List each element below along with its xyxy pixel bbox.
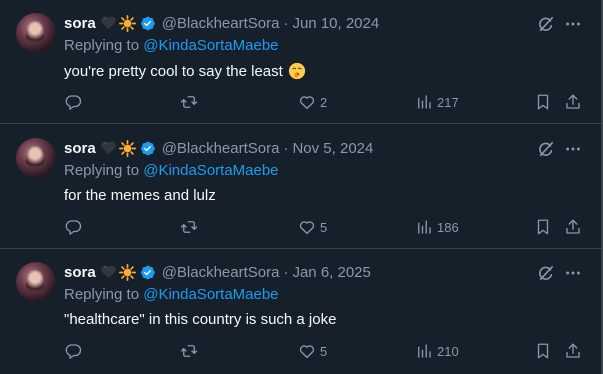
- verified-badge-icon[interactable]: [139, 15, 156, 32]
- retweet-button[interactable]: [180, 215, 202, 239]
- like-count: 5: [320, 343, 328, 359]
- reply-icon: [64, 342, 82, 360]
- tweet-text: for the memes and lulz: [64, 187, 216, 204]
- share-button[interactable]: [564, 90, 582, 114]
- tweet-text-content: "healthcare" in this country is such a j…: [64, 311, 337, 328]
- reply-icon: [64, 218, 82, 236]
- replying-to-label: Replying to: [64, 162, 144, 179]
- reply-to-handle-link[interactable]: @KindaSortaMaebe: [143, 37, 278, 54]
- tweet-text-content: you're pretty cool to say the least: [64, 62, 283, 80]
- more-icon[interactable]: [564, 264, 582, 282]
- reply-button[interactable]: [64, 339, 86, 363]
- tweet[interactable]: sora @BlackheartSora · Jun 10, 2024 Repl…: [0, 0, 603, 124]
- bookmark-icon: [534, 342, 552, 360]
- bookmark-button[interactable]: [534, 215, 552, 239]
- retweet-button[interactable]: [180, 90, 202, 114]
- views-button[interactable]: 217: [415, 90, 459, 114]
- like-count: 2: [320, 94, 328, 110]
- views-count: 217: [437, 94, 459, 110]
- user-handle[interactable]: @BlackheartSora: [162, 15, 280, 32]
- more-icon[interactable]: [564, 15, 582, 33]
- like-icon: [298, 218, 316, 236]
- grok-icon[interactable]: [537, 264, 555, 282]
- tweet-text: you're pretty cool to say the least: [64, 62, 306, 80]
- replying-to-label: Replying to: [64, 37, 144, 54]
- grok-icon[interactable]: [537, 140, 555, 158]
- retweet-icon: [180, 93, 198, 111]
- share-icon: [564, 218, 582, 236]
- verified-badge-icon[interactable]: [139, 140, 156, 157]
- views-icon: [415, 93, 433, 111]
- tweet[interactable]: sora @BlackheartSora · Nov 5, 2024 Reply…: [0, 125, 603, 249]
- user-handle[interactable]: @BlackheartSora: [162, 264, 280, 281]
- black-heart-emoji: [100, 141, 116, 155]
- sun-emoji: [118, 263, 136, 281]
- reply-button[interactable]: [64, 90, 86, 114]
- retweet-icon: [180, 342, 198, 360]
- tweet-actions: 5 210: [0, 339, 603, 363]
- views-count: 186: [437, 219, 459, 235]
- sun-emoji: [118, 14, 136, 32]
- replying-to: Replying to @KindaSortaMaebe: [64, 286, 279, 303]
- display-name[interactable]: sora: [64, 15, 96, 32]
- share-button[interactable]: [564, 339, 582, 363]
- bookmark-button[interactable]: [534, 90, 552, 114]
- separator-dot: ·: [283, 14, 289, 32]
- views-button[interactable]: 210: [415, 339, 459, 363]
- separator-dot: ·: [283, 263, 289, 281]
- separator-dot: ·: [283, 139, 289, 157]
- black-heart-emoji: [100, 16, 116, 30]
- verified-badge-icon[interactable]: [139, 264, 156, 281]
- views-count: 210: [437, 343, 459, 359]
- grok-icon[interactable]: [537, 15, 555, 33]
- display-name[interactable]: sora: [64, 264, 96, 281]
- tweet-text: "healthcare" in this country is such a j…: [64, 311, 336, 328]
- reply-icon: [64, 93, 82, 111]
- views-icon: [415, 342, 433, 360]
- share-icon: [564, 342, 582, 360]
- share-button[interactable]: [564, 215, 582, 239]
- tweet-date[interactable]: Jan 6, 2025: [292, 264, 370, 281]
- sun-emoji: [118, 139, 136, 157]
- tweet-header: sora @BlackheartSora · Jan 6, 2025: [64, 263, 371, 281]
- like-icon: [298, 93, 316, 111]
- bookmark-icon: [534, 93, 552, 111]
- retweet-icon: [180, 218, 198, 236]
- tweet-header: sora @BlackheartSora · Jun 10, 2024: [64, 14, 379, 32]
- like-button[interactable]: 2: [298, 90, 327, 114]
- like-icon: [298, 342, 316, 360]
- shushing-face-emoji: [288, 62, 306, 80]
- reply-to-handle-link[interactable]: @KindaSortaMaebe: [143, 286, 278, 303]
- replying-to: Replying to @KindaSortaMaebe: [64, 162, 279, 179]
- tweet-text-content: for the memes and lulz: [64, 187, 216, 204]
- like-button[interactable]: 5: [298, 339, 327, 363]
- avatar[interactable]: [16, 13, 56, 53]
- views-button[interactable]: 186: [415, 215, 459, 239]
- bookmark-icon: [534, 218, 552, 236]
- replying-to-label: Replying to: [64, 286, 144, 303]
- user-handle[interactable]: @BlackheartSora: [162, 140, 280, 157]
- display-name[interactable]: sora: [64, 140, 96, 157]
- avatar[interactable]: [16, 262, 56, 302]
- views-icon: [415, 218, 433, 236]
- replying-to: Replying to @KindaSortaMaebe: [64, 37, 279, 54]
- tweet-date[interactable]: Nov 5, 2024: [292, 140, 373, 157]
- like-button[interactable]: 5: [298, 215, 327, 239]
- black-heart-emoji: [100, 265, 116, 279]
- reply-button[interactable]: [64, 215, 86, 239]
- tweet-header: sora @BlackheartSora · Nov 5, 2024: [64, 139, 373, 157]
- tweet-actions: 2 217: [0, 90, 603, 114]
- more-icon[interactable]: [564, 140, 582, 158]
- like-count: 5: [320, 219, 328, 235]
- bookmark-button[interactable]: [534, 339, 552, 363]
- reply-to-handle-link[interactable]: @KindaSortaMaebe: [143, 162, 278, 179]
- tweet[interactable]: sora @BlackheartSora · Jan 6, 2025 Reply…: [0, 249, 603, 374]
- retweet-button[interactable]: [180, 339, 202, 363]
- tweet-actions: 5 186: [0, 215, 603, 239]
- avatar[interactable]: [16, 138, 56, 178]
- tweet-date[interactable]: Jun 10, 2024: [292, 15, 379, 32]
- share-icon: [564, 93, 582, 111]
